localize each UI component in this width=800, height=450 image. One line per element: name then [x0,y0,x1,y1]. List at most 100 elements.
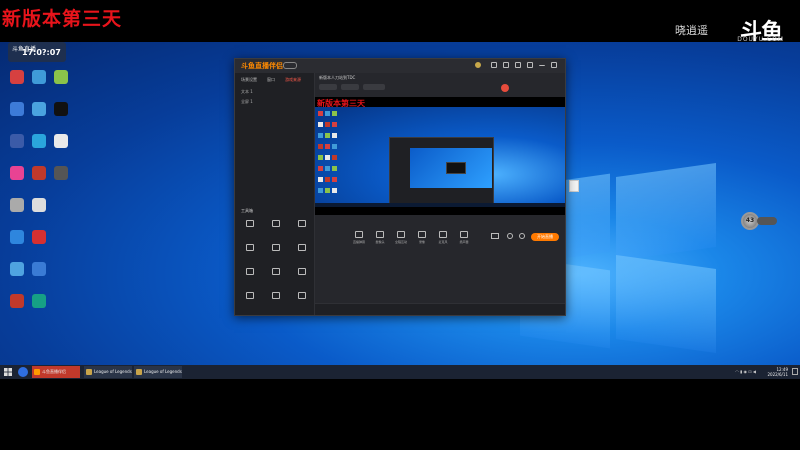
tool-icon [246,244,254,251]
desktop-icon[interactable] [6,102,28,132]
toolbox-label: 工具箱 [241,208,253,213]
mail-icon[interactable] [515,62,521,68]
desktop-icon[interactable] [50,166,72,196]
control-icon [418,231,426,238]
app-icon [10,230,24,244]
app-icon [10,198,24,212]
control-button[interactable]: 摄像头 [372,231,388,244]
tab-game-source[interactable]: 游戏来源 [285,77,301,83]
desktop-icon[interactable] [50,102,72,132]
desktop-icon[interactable] [28,134,50,164]
desktop-icon[interactable] [28,262,50,292]
taskbar-clock[interactable]: 12:49 2022/6/11 [767,367,788,377]
toolbox-item[interactable] [291,268,313,292]
close-icon[interactable] [551,62,557,68]
tag-chip[interactable] [341,84,359,90]
system-tray[interactable]: ◠ ▮ ◉ ⊡ ◀ [735,369,756,374]
windows-start-icon[interactable] [4,368,12,376]
control-button[interactable]: 录像 [414,231,430,244]
search-icon[interactable] [18,367,28,377]
taskbar-item-douyu[interactable]: 斗鱼直播伴侣 [32,366,80,378]
heart-icon[interactable] [503,62,509,68]
taskbar-item-label: League of Legends [94,369,132,374]
preview-desktop-icon [332,144,337,149]
toolbox-item[interactable] [239,244,261,268]
scene-item[interactable]: 全屏 1 [241,99,253,105]
preview-desktop-icon [318,166,323,171]
desktop-icon[interactable] [6,198,28,228]
start-live-button[interactable]: 开始直播 [531,233,559,241]
toolbox-item[interactable] [291,292,313,315]
timer-icon[interactable] [507,233,513,239]
preview-desktop-icon [318,188,323,193]
scene-item[interactable]: 文本 1 [241,89,253,95]
desktop-icon[interactable] [50,70,72,100]
gift-icon[interactable] [491,62,497,68]
control-button[interactable]: 扬声器 [456,231,472,244]
menu-icon[interactable] [527,62,533,68]
camera-icon[interactable] [491,233,499,239]
douyu-widget[interactable]: 斗鱼直播 17:0?:07 [8,42,66,62]
record-indicator-icon [501,84,509,92]
desktop-icon[interactable] [6,262,28,292]
preview-desktop-icon [332,188,337,193]
toolbox-item[interactable] [291,220,313,244]
desktop-icon[interactable] [6,166,28,196]
preview-desktop-icon [332,155,337,160]
taskbar-item-league[interactable]: League of Legends [134,366,182,378]
preview-desktop-icon [332,166,337,171]
taskbar-item-league[interactable]: League of Legends [84,366,132,378]
app-icon [32,230,46,244]
toolbox-item[interactable] [291,244,313,268]
control-button[interactable]: 麦克风 [435,231,451,244]
desktop-icon[interactable] [28,166,50,196]
toolbox-item[interactable] [265,292,287,315]
minimize-icon[interactable] [539,62,545,66]
nested-preview-core [446,162,466,174]
app-icon [10,70,24,84]
desktop-icon[interactable] [50,134,72,164]
tool-icon [298,220,306,227]
desktop-icon[interactable] [28,198,50,228]
desktop-icon[interactable] [6,70,28,100]
tag-chip[interactable] [363,84,385,90]
room-title[interactable]: 新版本人刀站到TDC [319,75,355,81]
desktop-icon[interactable] [6,294,28,324]
app-icon [54,134,68,148]
settings-icon[interactable] [519,233,525,239]
toolbox-item[interactable] [265,268,287,292]
tab-window[interactable]: 窗口 [267,77,275,83]
control-icon [355,231,363,238]
toolbox-item[interactable] [265,220,287,244]
desktop-icon[interactable] [28,294,50,324]
preview-desktop-icon [318,111,323,116]
control-icon [460,231,468,238]
stream-bottom-bar [0,379,800,450]
preview-desktop-icon [318,155,323,160]
app-titlebar: 斗鱼直播伴侣 [235,59,565,73]
desktop-icon[interactable] [28,70,50,100]
notification-icon[interactable] [792,368,798,375]
control-bar: 直播弹幕 摄像头 全程互动 录像 麦克风 扬声器 开始直播 [315,215,565,315]
preview-desktop-icon [318,144,323,149]
control-button[interactable]: 直播弹幕 [351,231,367,244]
control-button[interactable]: 全程互动 [393,231,409,244]
desktop-icon[interactable] [6,134,28,164]
toolbox-item[interactable] [265,244,287,268]
desktop-icon[interactable] [28,230,50,260]
toolbox-item[interactable] [239,268,261,292]
desktop-icon[interactable] [6,230,28,260]
app-icon [10,102,24,116]
toolbox-item[interactable] [239,292,261,315]
tab-scene-settings[interactable]: 场景设置 [241,77,257,83]
floating-level-badge[interactable]: 43 [741,212,781,230]
avatar[interactable] [475,62,481,68]
tag-chip[interactable] [319,84,337,90]
desktop-file-icon[interactable] [566,180,582,208]
desktop-icon[interactable] [28,102,50,132]
douyu-live-companion-window[interactable]: 斗鱼直播伴侣 场景设置 窗口 游戏来源 文本 1 全屏 1 工具箱 新版本人刀站… [234,58,566,316]
preview-desktop-icon [318,122,323,127]
watermark-host-name: 晓逍遥 [675,24,708,37]
app-icon [10,294,24,308]
toolbox-item[interactable] [239,220,261,244]
